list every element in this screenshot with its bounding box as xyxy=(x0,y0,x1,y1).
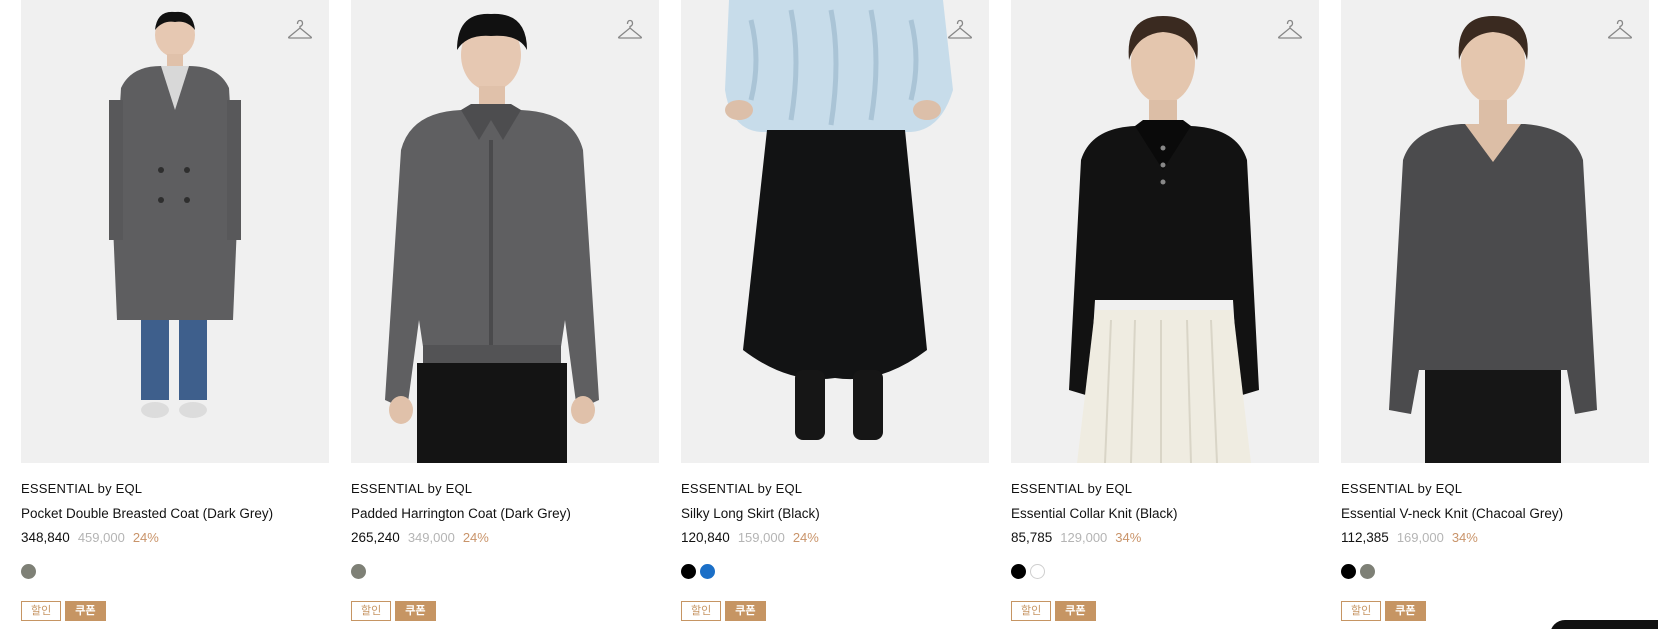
price-row: 85,785 129,000 34% xyxy=(1011,529,1319,546)
badge-row: 할인 쿠폰 xyxy=(1011,601,1319,621)
model-vneck-knit-photo xyxy=(1389,16,1597,463)
price-row: 265,240 349,000 24% xyxy=(351,529,659,546)
sale-badge: 할인 xyxy=(681,601,722,621)
model-collar-knit-photo xyxy=(1069,16,1259,463)
model-skirt-photo xyxy=(725,0,953,440)
hanger-icon[interactable] xyxy=(947,18,973,42)
badge-row: 할인 쿠폰 xyxy=(1341,601,1649,621)
product-brand[interactable]: ESSENTIAL by EQL xyxy=(681,481,989,497)
product-brand[interactable]: ESSENTIAL by EQL xyxy=(1341,481,1649,497)
sale-badge: 할인 xyxy=(1341,601,1382,621)
color-swatches xyxy=(681,564,989,580)
discount-rate: 24% xyxy=(792,530,819,545)
color-swatch-blue[interactable] xyxy=(700,564,715,579)
color-swatch-white[interactable] xyxy=(1030,564,1045,579)
product-grid: ESSENTIAL by EQL Pocket Double Breasted … xyxy=(21,0,1649,621)
coupon-badge: 쿠폰 xyxy=(725,601,766,621)
price-row: 348,840 459,000 24% xyxy=(21,529,329,546)
sale-badge: 할인 xyxy=(351,601,392,621)
badge-row: 할인 쿠폰 xyxy=(681,601,989,621)
product-card[interactable]: ESSENTIAL by EQL Padded Harrington Coat … xyxy=(351,0,659,621)
price-row: 112,385 169,000 34% xyxy=(1341,529,1649,546)
coupon-badge: 쿠폰 xyxy=(1055,601,1096,621)
hanger-icon[interactable] xyxy=(1277,18,1303,42)
color-swatch-black[interactable] xyxy=(681,564,696,579)
product-card[interactable]: ESSENTIAL by EQL Silky Long Skirt (Black… xyxy=(681,0,989,621)
original-price: 349,000 xyxy=(407,530,455,545)
sale-price: 112,385 xyxy=(1341,530,1389,545)
sale-badge: 할인 xyxy=(21,601,62,621)
color-swatch-grey[interactable] xyxy=(1360,564,1375,579)
discount-rate: 24% xyxy=(132,530,159,545)
color-swatches xyxy=(1341,564,1649,580)
color-swatch-grey[interactable] xyxy=(21,564,36,579)
product-name[interactable]: Padded Harrington Coat (Dark Grey) xyxy=(351,505,659,522)
color-swatches xyxy=(351,564,659,580)
product-image[interactable] xyxy=(21,0,329,463)
product-card[interactable]: ESSENTIAL by EQL Essential V-neck Knit (… xyxy=(1341,0,1649,621)
product-name[interactable]: Silky Long Skirt (Black) xyxy=(681,505,989,522)
hanger-icon[interactable] xyxy=(1607,18,1633,42)
product-brand[interactable]: ESSENTIAL by EQL xyxy=(1011,481,1319,497)
coupon-badge: 쿠폰 xyxy=(1385,601,1426,621)
color-swatches xyxy=(1011,564,1319,580)
original-price: 169,000 xyxy=(1396,530,1444,545)
product-card[interactable]: ESSENTIAL by EQL Pocket Double Breasted … xyxy=(21,0,329,621)
floating-action-button[interactable] xyxy=(1550,620,1658,629)
original-price: 459,000 xyxy=(77,530,125,545)
color-swatches xyxy=(21,564,329,580)
product-brand[interactable]: ESSENTIAL by EQL xyxy=(21,481,329,497)
sale-price: 85,785 xyxy=(1011,530,1053,545)
product-image[interactable] xyxy=(681,0,989,463)
product-image[interactable] xyxy=(1011,0,1319,463)
color-swatch-grey[interactable] xyxy=(351,564,366,579)
color-swatch-black[interactable] xyxy=(1011,564,1026,579)
product-image[interactable] xyxy=(1341,0,1649,463)
sale-price: 120,840 xyxy=(681,530,730,545)
sale-price: 265,240 xyxy=(351,530,400,545)
original-price: 129,000 xyxy=(1060,530,1108,545)
hanger-icon[interactable] xyxy=(287,18,313,42)
model-jacket-photo xyxy=(385,13,599,463)
coupon-badge: 쿠폰 xyxy=(65,601,106,621)
hanger-icon[interactable] xyxy=(617,18,643,42)
price-row: 120,840 159,000 24% xyxy=(681,529,989,546)
discount-rate: 24% xyxy=(462,530,489,545)
product-name[interactable]: Pocket Double Breasted Coat (Dark Grey) xyxy=(21,505,329,522)
model-coat-photo xyxy=(109,11,241,418)
product-brand[interactable]: ESSENTIAL by EQL xyxy=(351,481,659,497)
original-price: 159,000 xyxy=(737,530,785,545)
discount-rate: 34% xyxy=(1115,530,1142,545)
sale-price: 348,840 xyxy=(21,530,70,545)
product-name[interactable]: Essential V-neck Knit (Chacoal Grey) xyxy=(1341,505,1649,522)
product-image[interactable] xyxy=(351,0,659,463)
product-card[interactable]: ESSENTIAL by EQL Essential Collar Knit (… xyxy=(1011,0,1319,621)
coupon-badge: 쿠폰 xyxy=(395,601,436,621)
color-swatch-black[interactable] xyxy=(1341,564,1356,579)
discount-rate: 34% xyxy=(1451,530,1478,545)
sale-badge: 할인 xyxy=(1011,601,1052,621)
product-name[interactable]: Essential Collar Knit (Black) xyxy=(1011,505,1319,522)
badge-row: 할인 쿠폰 xyxy=(21,601,329,621)
badge-row: 할인 쿠폰 xyxy=(351,601,659,621)
